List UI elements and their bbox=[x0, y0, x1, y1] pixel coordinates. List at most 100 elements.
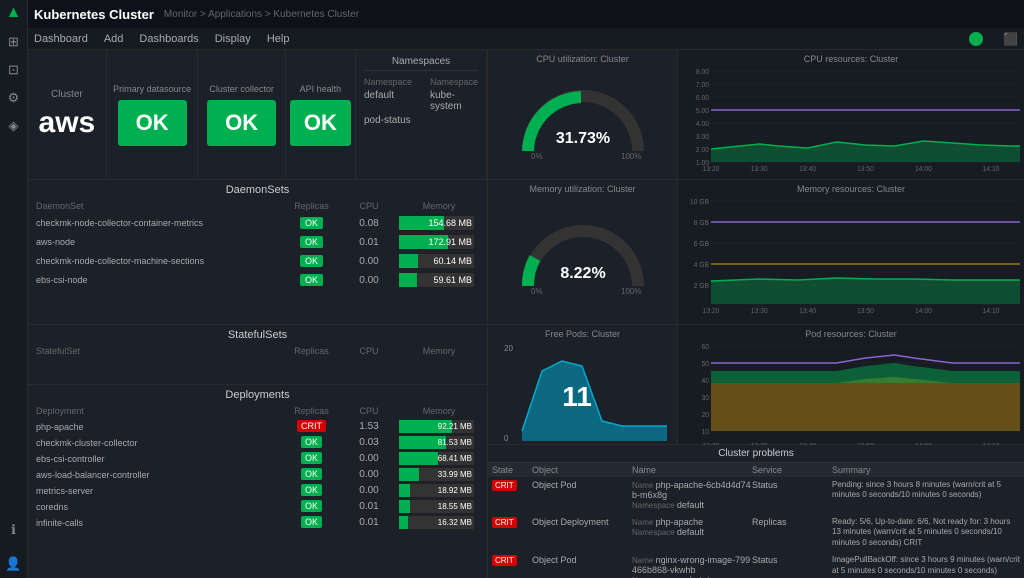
svg-text:6.00: 6.00 bbox=[696, 95, 709, 102]
svg-text:13:30: 13:30 bbox=[751, 308, 768, 315]
svg-text:3.00: 3.00 bbox=[696, 134, 709, 141]
deployments-title: Deployments bbox=[36, 389, 479, 401]
api-label: API health bbox=[300, 84, 342, 94]
dep-name: coredns bbox=[36, 502, 284, 512]
ns-val-1: kube-system bbox=[430, 90, 478, 112]
prob-summary: Pending: since 3 hours 8 minutes (warn/c… bbox=[832, 480, 1020, 501]
cluster-panel: Cluster aws bbox=[28, 50, 107, 179]
cluster-value: aws bbox=[39, 106, 96, 140]
svg-text:6 GB: 6 GB bbox=[694, 241, 710, 248]
ds-status: OK bbox=[284, 256, 339, 267]
dep-name: infinite-calls bbox=[36, 518, 284, 528]
prob-h-summary: Summary bbox=[832, 465, 1020, 475]
ds-cpu: 0.00 bbox=[339, 256, 399, 267]
right-column: CPU utilization: Cluster 31.73% 0% 100% bbox=[488, 50, 1024, 578]
collector-panel: Cluster collector OK bbox=[198, 50, 285, 179]
ds-memory: 172.91 MB bbox=[399, 235, 479, 249]
ns-row-1: default kube-system bbox=[364, 90, 478, 112]
ds-col-replicas: Replicas bbox=[284, 201, 339, 211]
problems-header: State Object Name Service Summary bbox=[488, 463, 1024, 477]
dep-memory: 92.21 MB bbox=[399, 420, 479, 433]
problems-table: State Object Name Service Summary CRIT O… bbox=[488, 463, 1024, 578]
svg-text:13:50: 13:50 bbox=[857, 308, 874, 315]
dep-name: ebs-csi-controller bbox=[36, 454, 284, 464]
svg-text:2 GB: 2 GB bbox=[694, 283, 710, 290]
svg-text:5.00: 5.00 bbox=[696, 108, 709, 115]
dep-status: OK bbox=[284, 517, 339, 528]
prob-object: Object Pod bbox=[532, 480, 632, 490]
settings-icon[interactable]: ⚙ bbox=[8, 90, 20, 106]
ns-row-2: pod-status bbox=[364, 115, 478, 126]
menu-help[interactable]: Help bbox=[267, 33, 290, 45]
ss-col-memory: Memory bbox=[399, 346, 479, 356]
table-row: aws-load-balancer-controller OK 0.00 33.… bbox=[36, 467, 479, 483]
apps-icon[interactable]: ⊡ bbox=[8, 62, 19, 78]
prob-state: CRIT bbox=[492, 555, 532, 565]
svg-text:4 GB: 4 GB bbox=[694, 262, 710, 269]
cpu-chart-panel: CPU resources: Cluster bbox=[678, 50, 1024, 179]
svg-text:10 GB: 10 GB bbox=[690, 199, 710, 206]
free-pods-panel: Free Pods: Cluster 20 0 11 bbox=[488, 325, 678, 444]
dep-name: aws-load-balancer-controller bbox=[36, 470, 284, 480]
dep-status: OK bbox=[284, 485, 339, 496]
memory-gauge-panel: Memory utilization: Cluster 8.22% 0% 100… bbox=[488, 180, 678, 324]
ds-memory: 59.61 MB bbox=[399, 273, 479, 287]
filter-icon[interactable]: ◈ bbox=[9, 118, 19, 134]
namespaces-title: Namespaces bbox=[364, 56, 478, 71]
svg-text:7.00: 7.00 bbox=[696, 82, 709, 89]
svg-text:100%: 100% bbox=[621, 152, 641, 161]
prob-summary: Ready: 5/6, Up-to-date: 6/6, Not ready f… bbox=[832, 517, 1020, 548]
memory-chart-svg: 10 GB 8 GB 6 GB 4 GB 2 GB bbox=[682, 196, 1020, 314]
svg-text:13:50: 13:50 bbox=[857, 166, 874, 173]
svg-text:40: 40 bbox=[702, 378, 710, 385]
dep-cpu: 0.03 bbox=[339, 437, 399, 448]
svg-text:2.00: 2.00 bbox=[696, 147, 709, 154]
ns-item-1: default bbox=[364, 90, 424, 112]
ds-status: OK bbox=[284, 218, 339, 229]
menu-dashboards[interactable]: Dashboards bbox=[139, 33, 198, 45]
monitor-icon: ⬛ bbox=[1003, 32, 1018, 46]
svg-text:30: 30 bbox=[702, 395, 710, 402]
menu-display[interactable]: Display bbox=[215, 33, 251, 45]
prob-h-state: State bbox=[492, 465, 532, 475]
pod-resources-panel: Pod resources: Cluster 60 50 40 30 bbox=[678, 325, 1024, 444]
table-row: checkmk-node-collector-container-metrics… bbox=[36, 214, 479, 233]
statefulsets-panel: StatefulSets StatefulSet Replicas CPU Me… bbox=[28, 325, 487, 385]
ss-col-cpu: CPU bbox=[339, 346, 399, 356]
svg-text:13:40: 13:40 bbox=[799, 308, 816, 315]
status-dot bbox=[969, 32, 983, 46]
prob-h-service: Service bbox=[752, 465, 832, 475]
dep-cpu: 0.00 bbox=[339, 485, 399, 496]
menu-dashboard[interactable]: Dashboard bbox=[34, 33, 88, 45]
dep-col-cpu: CPU bbox=[339, 406, 399, 416]
datasource-panel: Primary datasource OK bbox=[107, 50, 199, 179]
dashboard-icon[interactable]: ⊞ bbox=[8, 34, 19, 50]
ds-memory: 154.68 MB bbox=[399, 216, 479, 230]
problems-title: Cluster problems bbox=[488, 445, 1024, 463]
svg-text:14:10: 14:10 bbox=[983, 166, 1000, 173]
free-pods-title: Free Pods: Cluster bbox=[492, 329, 673, 339]
dep-col-replicas: Replicas bbox=[284, 406, 339, 416]
user-icon[interactable]: 👤 bbox=[5, 556, 21, 572]
svg-text:0%: 0% bbox=[531, 287, 543, 296]
logo-icon: ▲ bbox=[6, 4, 22, 22]
svg-text:60: 60 bbox=[702, 344, 710, 351]
svg-text:8 GB: 8 GB bbox=[694, 220, 710, 227]
ss-col-replicas: Replicas bbox=[284, 346, 339, 356]
info-icon[interactable]: ℹ bbox=[11, 522, 16, 538]
memory-gauge-title: Memory utilization: Cluster bbox=[529, 184, 635, 194]
prob-name: Name php-apache-6cb4d4d74b-m6x8g Namespa… bbox=[632, 480, 752, 510]
deployments-panel: Deployments Deployment Replicas CPU Memo… bbox=[28, 385, 487, 578]
svg-text:13:30: 13:30 bbox=[751, 166, 768, 173]
ss-col-name: StatefulSet bbox=[36, 346, 284, 356]
statefulsets-header: StatefulSet Replicas CPU Memory bbox=[36, 345, 479, 357]
datasource-label: Primary datasource bbox=[113, 84, 191, 94]
dashboard-grid: Cluster aws Primary datasource OK Cluste… bbox=[28, 50, 1024, 578]
dep-name: metrics-server bbox=[36, 486, 284, 496]
table-row: checkmk-cluster-collector OK 0.03 81.53 … bbox=[36, 435, 479, 451]
dep-cpu: 0.00 bbox=[339, 453, 399, 464]
menu-add[interactable]: Add bbox=[104, 33, 124, 45]
api-ok: OK bbox=[290, 100, 351, 146]
svg-text:8.00: 8.00 bbox=[696, 69, 709, 76]
table-row: infinite-calls OK 0.01 16.32 MB bbox=[36, 515, 479, 531]
